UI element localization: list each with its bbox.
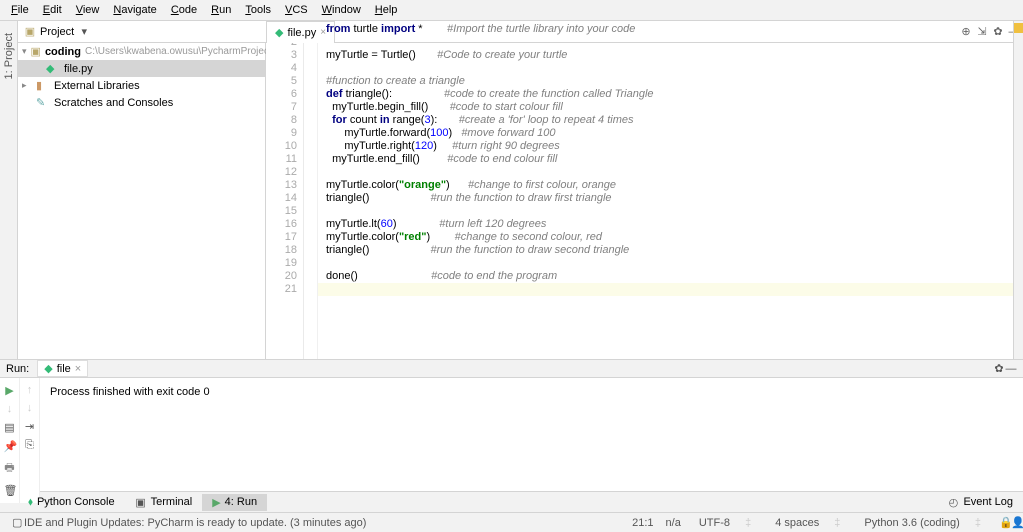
- terminal-icon: ▣: [135, 496, 147, 509]
- menu-vcs[interactable]: VCS: [278, 2, 315, 18]
- terminal-tab[interactable]: ▣ Terminal: [125, 494, 203, 511]
- menu-file[interactable]: File: [4, 2, 36, 18]
- run-tab-label: file: [57, 363, 71, 375]
- status-icon[interactable]: ▢: [6, 516, 18, 529]
- pin-icon[interactable]: 📌: [4, 440, 16, 453]
- project-label[interactable]: ▣ Project ▾: [18, 25, 96, 38]
- stop-inactive-icon[interactable]: ↓: [4, 403, 16, 415]
- menu-tools[interactable]: Tools: [238, 2, 278, 18]
- terminal-label: Terminal: [151, 496, 193, 508]
- event-log-label: Event Log: [963, 496, 1013, 508]
- line-gutter: 123456789101112131415161718192021: [266, 21, 304, 359]
- project-tool-tab[interactable]: 1: Project: [3, 33, 15, 79]
- python-file-icon: ◆: [46, 62, 60, 75]
- hector-icon[interactable]: 👤: [1005, 516, 1017, 529]
- status-bar: ▢ IDE and Plugin Updates: PyCharm is rea…: [0, 512, 1023, 532]
- code-text[interactable]: from turtle import * #Import the turtle …: [318, 21, 1013, 359]
- editor-right-strip: [1013, 21, 1023, 359]
- tree-file[interactable]: ◆ file.py: [18, 60, 265, 77]
- menu-edit[interactable]: Edit: [36, 2, 69, 18]
- menu-help[interactable]: Help: [368, 2, 405, 18]
- project-label-text: Project: [40, 26, 74, 38]
- tree-root[interactable]: ▾ ▣ coding C:\Users\kwabena.owusu\Pychar…: [18, 43, 265, 60]
- event-log-tab[interactable]: ◴ Event Log: [937, 494, 1023, 511]
- status-na[interactable]: n/a: [660, 517, 687, 529]
- fold-column: ▶: [304, 21, 318, 359]
- warn-marker[interactable]: [1014, 23, 1023, 33]
- menu-code[interactable]: Code: [164, 2, 204, 18]
- caret-position[interactable]: 21:1: [626, 517, 659, 529]
- libraries-icon: ▮: [36, 79, 50, 92]
- root-name: coding: [45, 46, 81, 58]
- rerun-icon[interactable]: ▶: [5, 384, 13, 397]
- run-header: Run: ◆ file × ✿ —: [0, 360, 1023, 378]
- close-icon[interactable]: ×: [75, 363, 81, 375]
- lock-icon[interactable]: 🔒: [993, 516, 1005, 529]
- indent[interactable]: 4 spaces: [769, 517, 825, 529]
- layout-icon[interactable]: ▤: [4, 421, 16, 434]
- scratch-label: Scratches and Consoles: [54, 97, 173, 109]
- trash-icon[interactable]: 🗑: [4, 484, 16, 497]
- folder-icon: ▣: [31, 45, 41, 58]
- scroll-icon[interactable]: ⎘: [24, 439, 36, 452]
- event-log-icon: ◴: [947, 496, 959, 509]
- run-tab[interactable]: ◆ file ×: [37, 360, 88, 377]
- run-side-toolbar: ▶ ↓ ▤ 📌 🖶 🗑: [0, 378, 20, 503]
- menu-bar: FileEditViewNavigateCodeRunToolsVCSWindo…: [0, 0, 1023, 21]
- interpreter[interactable]: Python 3.6 (coding): [858, 517, 965, 529]
- code-area[interactable]: 123456789101112131415161718192021 ▶ from…: [266, 21, 1023, 359]
- python-console-label: Python Console: [37, 496, 115, 508]
- menu-view[interactable]: View: [69, 2, 107, 18]
- python-icon: ⬧: [28, 496, 33, 509]
- editor: ◆ file.py × 1234567891011121314151617181…: [266, 43, 1023, 359]
- tab-label: file.py: [287, 27, 316, 39]
- ext-label: External Libraries: [54, 80, 140, 92]
- run-label: Run:: [6, 363, 37, 375]
- status-message[interactable]: IDE and Plugin Updates: PyCharm is ready…: [18, 517, 372, 529]
- menu-window[interactable]: Window: [315, 2, 368, 18]
- print-icon[interactable]: 🖶: [4, 459, 16, 478]
- project-tree[interactable]: ▾ ▣ coding C:\Users\kwabena.owusu\Pychar…: [18, 43, 266, 359]
- left-gutter: 1: Project: [0, 21, 18, 359]
- run-icon: ▶: [212, 496, 220, 509]
- menu-navigate[interactable]: Navigate: [106, 2, 163, 18]
- run-side-toolbar-2: ↑ ↓ ⇥ ⎘: [20, 378, 40, 503]
- python-file-icon: ◆: [275, 26, 283, 39]
- run-tab[interactable]: ▶ 4: Run: [202, 494, 267, 511]
- folder-icon: ▣: [24, 25, 36, 38]
- tree-external-libraries[interactable]: ▸ ▮ External Libraries: [18, 77, 265, 94]
- run-output-text: Process finished with exit code 0: [50, 386, 1013, 398]
- hide-icon[interactable]: —: [1005, 363, 1017, 375]
- up-icon[interactable]: ↑: [24, 384, 36, 396]
- run-tab-label: 4: Run: [225, 496, 257, 508]
- wrap-icon[interactable]: ⇥: [24, 420, 36, 433]
- run-panel: Run: ◆ file × ✿ — ▶ ↓ ▤ 📌 🖶 🗑 ↑ ↓ ⇥ ⎘ Pr…: [0, 359, 1023, 491]
- chevron-down-icon: ▾: [78, 25, 90, 38]
- gear-icon[interactable]: ✿: [993, 362, 1005, 375]
- python-console-tab[interactable]: ⬧ Python Console: [18, 494, 125, 511]
- python-file-icon: ◆: [44, 362, 52, 375]
- scratches-icon: ✎: [36, 96, 50, 109]
- encoding[interactable]: UTF-8: [693, 517, 736, 529]
- run-output[interactable]: Process finished with exit code 0: [40, 378, 1023, 503]
- down-icon[interactable]: ↓: [24, 402, 36, 414]
- file-name: file.py: [64, 63, 93, 75]
- tree-scratches[interactable]: ✎ Scratches and Consoles: [18, 94, 265, 111]
- menu-run[interactable]: Run: [204, 2, 238, 18]
